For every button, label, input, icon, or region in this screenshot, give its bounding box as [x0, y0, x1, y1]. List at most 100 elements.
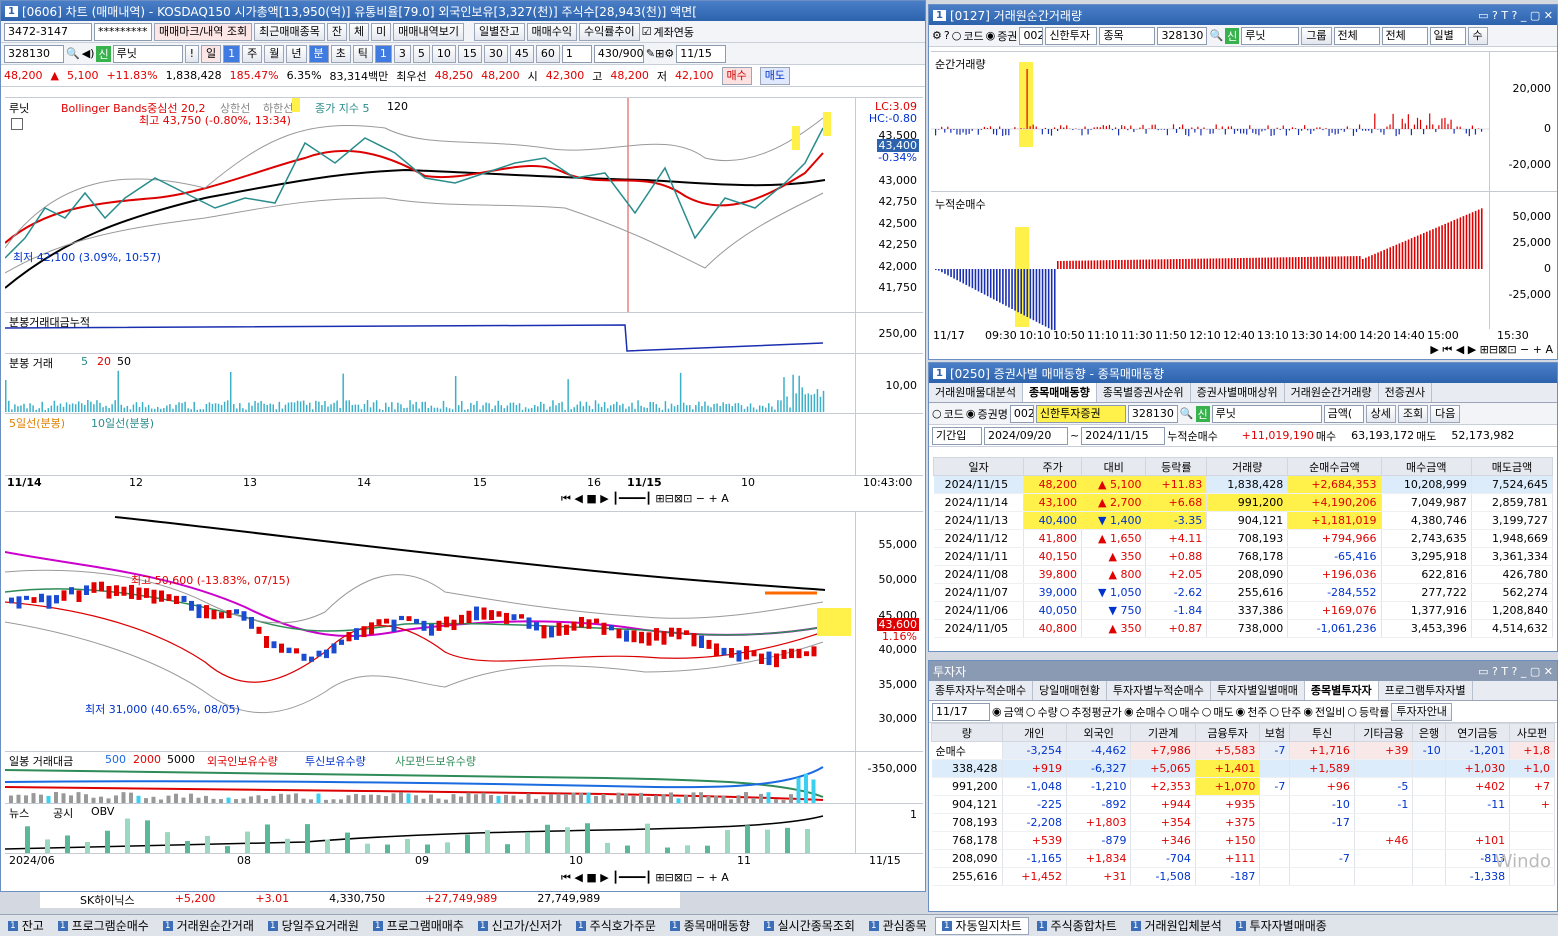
buy-radio[interactable]: ○ — [1168, 705, 1178, 718]
tab-all-brokers[interactable]: 전증권사 — [1379, 383, 1433, 402]
trade-mark-button[interactable]: 매매마크/내역 조회 — [154, 22, 253, 41]
tab-instant-volume[interactable]: 거래원순간거래량 — [1285, 383, 1379, 402]
window-controls[interactable]: ▭ ? T ? _ ▢ ✕ — [1478, 9, 1553, 22]
investor-col-header[interactable]: 사모펀 — [1509, 723, 1555, 742]
tab-volume-profile[interactable]: 거래원매물대분석 — [929, 383, 1023, 402]
minute-30[interactable]: 30 — [483, 44, 508, 63]
balance-row[interactable]: SK하이닉스 +5,200 +3.01 4,330,750 +27,749,98… — [40, 892, 680, 908]
investor-col-header[interactable]: 개인 — [1001, 723, 1067, 742]
amount-radio[interactable]: ◉ — [992, 705, 1002, 718]
trend-row[interactable]: 2024/11/11 40,150 ▲ 350 +0.88 768,178 -65,416… — [933, 547, 1554, 566]
thousand-radio[interactable]: ◉ — [1236, 705, 1246, 718]
period-day[interactable]: 일 — [201, 44, 222, 63]
stock-code-input[interactable]: 328130 — [4, 44, 64, 63]
tick-scroll-controls[interactable]: ▶ ⏮ ◀ ▶ ⊞⊟⊠⊡ − + A — [1430, 343, 1553, 357]
trend-col-header[interactable]: 순매수금액 — [1287, 457, 1382, 476]
to-date[interactable]: 2024/11/15 — [1081, 426, 1166, 445]
filled-button[interactable]: 체 — [349, 22, 370, 41]
account-link-checkbox[interactable]: ☑ — [642, 25, 652, 38]
taskbar-item[interactable]: 1 종목매매동향 — [664, 917, 756, 935]
code-radio[interactable]: ○ — [932, 407, 942, 420]
period-month[interactable]: 월 — [264, 44, 285, 63]
minute-3[interactable]: 3 — [393, 44, 411, 63]
trend-col-header[interactable]: 매수금액 — [1380, 457, 1472, 476]
taskbar-item[interactable]: 1 주식호가주문 — [570, 917, 662, 935]
trend-row[interactable]: 2024/11/13 40,400 ▼ 1,400 -3.35 904,121 +1,18… — [933, 511, 1554, 530]
taskbar-item[interactable]: 1 거래원입체분석 — [1125, 917, 1228, 935]
code-radio[interactable]: ○ — [952, 29, 962, 42]
investor-guide-button[interactable]: 투자자안내 — [1391, 702, 1452, 721]
investor-col-header[interactable]: 투신 — [1289, 723, 1355, 742]
help-icon[interactable]: ? — [944, 29, 950, 42]
rate-radio[interactable]: ○ — [1347, 705, 1357, 718]
window-controls[interactable]: ▭ ? T ? _ ▢ ✕ — [1478, 665, 1553, 678]
return-trend-button[interactable]: 수익률추이 — [578, 22, 640, 41]
kind-select[interactable]: 종목 — [1099, 26, 1156, 45]
taskbar-item[interactable]: 1 잔고 — [2, 917, 50, 935]
tab-investor-cum[interactable]: 종투자자누적순매수 — [929, 681, 1034, 700]
tab-program-investor[interactable]: 프로그램투자자별 — [1379, 681, 1473, 700]
unit-radio[interactable]: ○ — [1270, 705, 1280, 718]
trade-profit-button[interactable]: 매매수익 — [526, 22, 577, 41]
tools-icon[interactable]: ✎⊞⚙ — [646, 47, 674, 60]
investor-col-header[interactable]: 기관계 — [1130, 723, 1196, 742]
period-minute[interactable]: 분 — [308, 44, 329, 63]
broker-radio[interactable]: ◉ — [966, 407, 976, 420]
minute-10[interactable]: 10 — [431, 44, 456, 63]
trend-row[interactable]: 2024/11/06 40,050 ▼ 750 -1.84 337,386 +169,07… — [933, 601, 1554, 620]
minute-1[interactable]: 1 — [374, 44, 392, 63]
investor-col-header[interactable]: 은행 — [1412, 723, 1446, 742]
stock-radio[interactable]: ◉ — [986, 29, 996, 42]
query-button[interactable]: 조회 — [1397, 404, 1429, 423]
from-date[interactable]: 2024/09/20 — [984, 426, 1068, 445]
prevday-radio[interactable]: ◉ — [1303, 705, 1313, 718]
taskbar-item[interactable]: 1 실시간종목조회 — [758, 917, 861, 935]
code-input[interactable]: 328130 — [1127, 404, 1178, 423]
daily-scroll-controls[interactable]: ⏮ ◀ ■ ▶ ┃━━━━┃ ⊞⊟⊠⊡ − + A — [561, 871, 923, 887]
chart-window-titlebar[interactable]: 1 [0606] 차트 (매매내역) - KOSDAQ150 시가총액[13,95… — [1, 1, 925, 21]
period-day-count[interactable]: 1 — [223, 44, 241, 63]
trend-window-titlebar[interactable]: 1 [0250] 증권사별 매매동향 - 종목매매동향 — [929, 363, 1557, 383]
investor-row[interactable]: 991,200 -1,048 -1,210 +2,353 +1,070 -7 +96 -5 +4… — [931, 777, 1555, 796]
date-field[interactable]: 11/15 — [676, 44, 727, 63]
broker-no[interactable]: 002 — [1019, 26, 1044, 45]
password-input[interactable]: ********* — [94, 22, 152, 41]
next-button[interactable]: 다음 — [1430, 404, 1461, 423]
tab-stock-investor[interactable]: 종목별투자자 — [1304, 681, 1379, 700]
group-select[interactable]: 그룹 — [1301, 26, 1332, 45]
investor-row[interactable]: 255,616 +1,452 +31 -1,508 -187 -1,338 — [931, 867, 1555, 886]
balance-button[interactable]: 잔 — [326, 22, 348, 41]
trend-row[interactable]: 2024/11/05 40,800 ▲ 350 +0.87 738,000 -1,061,… — [933, 619, 1554, 638]
taskbar-item[interactable]: 1 투자자별매매종 — [1230, 917, 1333, 935]
trend-col-header[interactable]: 일자 — [932, 457, 1025, 476]
sell-radio[interactable]: ○ — [1202, 705, 1212, 718]
amount-select[interactable]: 금액( — [1323, 404, 1364, 423]
trend-row[interactable]: 2024/11/14 43,100 ▲ 2,700 +6.68 991,200 +4,19… — [933, 493, 1554, 512]
taskbar-item[interactable]: 1 거래원순간거래 — [157, 917, 260, 935]
taskbar-item[interactable]: 1 프로그램매매추 — [367, 917, 470, 935]
tab-today-trades[interactable]: 당일매매현황 — [1033, 681, 1107, 700]
qty-radio[interactable]: ○ — [1026, 705, 1036, 718]
unfilled-button[interactable]: 미 — [371, 22, 392, 41]
grid-toggle-icon[interactable] — [11, 118, 23, 130]
trend-row[interactable]: 2024/11/08 39,800 ▲ 800 +2.05 208,090 +196,03… — [933, 565, 1554, 584]
count-field[interactable]: 430/900 — [593, 44, 644, 63]
search-icon[interactable]: 🔍 — [66, 47, 80, 60]
investor-titlebar[interactable]: 투자자 ▭ ? T ? _ ▢ ✕ — [929, 661, 1557, 681]
tab-broker-top[interactable]: 증권사별매매상위 — [1191, 383, 1285, 402]
investor-col-header[interactable]: 보험 — [1259, 723, 1291, 742]
investor-col-header[interactable]: 량 — [931, 723, 1003, 742]
investor-row[interactable]: 338,428 +919 -6,327 +5,065 +1,401 +1,589 +1,03… — [931, 759, 1555, 778]
taskbar-item[interactable]: 1 프로그램순매수 — [52, 917, 155, 935]
broker-name[interactable]: 신한투자 — [1045, 26, 1098, 45]
settings-icon[interactable]: ⚙ — [932, 29, 942, 42]
investor-col-header[interactable]: 외국인 — [1065, 723, 1132, 742]
tab-investor-cum-net[interactable]: 투자자별누적순매수 — [1107, 681, 1211, 700]
stock-name[interactable]: 루닛 — [1241, 26, 1300, 45]
minute-select[interactable]: 1 — [561, 44, 592, 63]
minute-15[interactable]: 15 — [457, 44, 482, 63]
count-button[interactable]: 수 — [1467, 26, 1488, 45]
minute-45[interactable]: 45 — [509, 44, 534, 63]
trend-row[interactable]: 2024/11/07 39,000 ▼ 1,050 -2.62 255,616 -284,… — [933, 583, 1554, 602]
all-select-2[interactable]: 전체 — [1381, 26, 1428, 45]
